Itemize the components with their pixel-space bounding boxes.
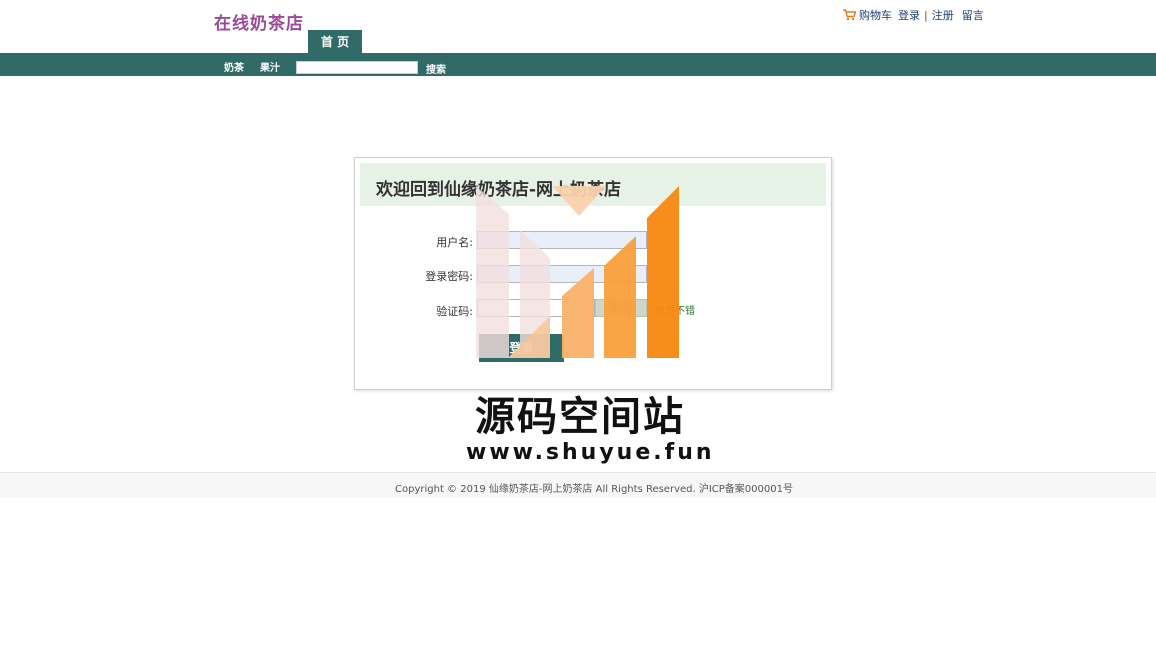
cart-icon[interactable]: [843, 9, 856, 21]
nav-item-milk-tea[interactable]: 奶茶: [224, 59, 244, 74]
register-link[interactable]: 注册: [932, 7, 954, 23]
header: 在线奶茶店 首 页 购物车 登录 | 注册 留言: [0, 0, 1156, 53]
message-link[interactable]: 留言: [962, 7, 984, 23]
password-label: 登录密码:: [425, 270, 473, 283]
link-separator: |: [924, 8, 928, 22]
footer-copyright: Copyright © 2019 仙缘奶茶店-网上奶茶店 All Rights …: [395, 484, 793, 495]
footer: Copyright © 2019 仙缘奶茶店-网上奶茶店 All Rights …: [0, 472, 1156, 498]
nav-item-juice[interactable]: 果汁: [260, 59, 280, 74]
cart-link[interactable]: 购物车: [859, 7, 892, 23]
site-logo[interactable]: 在线奶茶店: [214, 9, 304, 34]
search-button[interactable]: 搜索: [426, 61, 446, 76]
captcha-label: 验证码:: [436, 305, 473, 318]
search-input[interactable]: [296, 61, 418, 74]
nav-bar: 奶茶 果汁 搜索: [0, 53, 1156, 76]
watermark-logo-graphic: [476, 186, 679, 358]
watermark-title: 源码空间站: [475, 394, 685, 440]
watermark-url: www.shuyue.fun: [466, 440, 715, 465]
top-links: 购物车 登录 | 注册 留言: [843, 7, 984, 23]
username-label: 用户名:: [436, 236, 473, 249]
login-link[interactable]: 登录: [898, 7, 920, 23]
tab-home[interactable]: 首 页: [308, 30, 362, 53]
